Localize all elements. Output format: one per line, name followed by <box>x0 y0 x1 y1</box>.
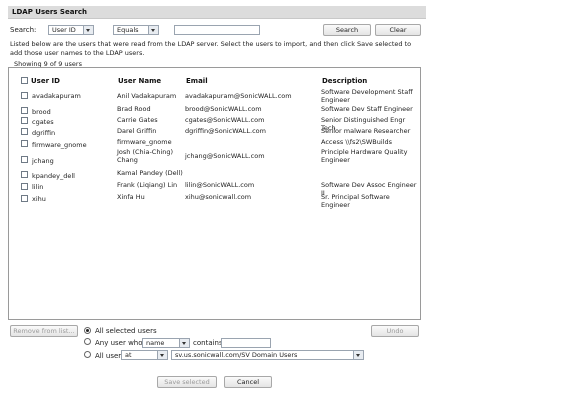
cell-user-name: Josh (Chia-Ching) Chang <box>117 148 174 164</box>
cell-description: Software Dev Staff Engineer <box>321 105 413 113</box>
any-user-field-value: name <box>146 339 165 347</box>
label-all-selected: All selected users <box>95 327 157 335</box>
cell-email: brood@SonicWALL.com <box>185 105 262 113</box>
title-bar: LDAP Users Search <box>8 6 426 19</box>
column-header-user-name[interactable]: User Name <box>118 77 161 85</box>
cell-user-name: Frank (Liqiang) Lin <box>117 181 178 189</box>
save-selected-button[interactable]: Save selected <box>157 376 217 388</box>
chevron-down-icon <box>157 351 167 359</box>
contains-label: contains <box>193 339 223 347</box>
undo-button[interactable]: Undo <box>371 325 419 337</box>
row-checkbox[interactable] <box>21 117 28 124</box>
cell-user-id: dgriffin <box>32 129 56 137</box>
search-field-select[interactable]: User ID <box>48 25 94 35</box>
select-all-checkbox[interactable] <box>21 77 28 84</box>
cell-user-id: jchang <box>32 157 54 165</box>
search-field-value: User ID <box>52 26 76 34</box>
cell-email: xihu@sonicwall.com <box>185 193 252 201</box>
any-user-field-select[interactable]: name <box>142 338 190 348</box>
cell-email: dgriffin@SonicWALL.com <box>185 127 266 135</box>
cell-email: jchang@SonicWALL.com <box>185 152 265 160</box>
all-users-path-value: sv.us.sonicwall.com/SV Domain Users <box>175 351 298 359</box>
remove-from-list-button[interactable]: Remove from list... <box>10 325 78 337</box>
cell-user-name: firmware_gnome <box>117 138 172 146</box>
cell-user-name: Xinfa Hu <box>117 193 145 201</box>
row-checkbox[interactable] <box>21 140 28 147</box>
search-operator-select[interactable]: Equals <box>113 25 159 35</box>
column-header-description[interactable]: Description <box>322 77 367 85</box>
all-users-path-select[interactable]: sv.us.sonicwall.com/SV Domain Users <box>171 350 364 360</box>
radio-any-user-whose[interactable] <box>84 338 91 345</box>
cell-description: Principle Hardware Quality Engineer <box>321 148 408 164</box>
cell-user-name: Anil Vadakapuram <box>117 92 177 100</box>
search-button[interactable]: Search <box>323 24 371 36</box>
cell-user-id: firmware_gnome <box>32 141 87 149</box>
chevron-down-icon <box>83 26 93 34</box>
all-users-scope-select[interactable]: at <box>121 350 168 360</box>
chevron-down-icon <box>148 26 158 34</box>
cell-description: Senior malware Researcher <box>321 127 411 135</box>
row-checkbox[interactable] <box>21 92 28 99</box>
page-title: LDAP Users Search <box>12 8 88 16</box>
cell-description: Access \\fs2\SWBuilds <box>321 138 392 146</box>
cell-user-name: Darel Griffin <box>117 127 157 135</box>
radio-all-users[interactable] <box>84 351 91 358</box>
all-users-scope-value: at <box>125 351 132 359</box>
cell-user-id: lilin <box>32 183 44 191</box>
cell-user-name: Kamal Pandey (Dell) <box>117 169 183 177</box>
cell-description: Software Development Staff Engineer <box>321 88 413 104</box>
row-checkbox[interactable] <box>21 171 28 178</box>
row-checkbox[interactable] <box>21 183 28 190</box>
cell-user-name: Carrie Gates <box>117 116 158 124</box>
cell-description: Sr. Principal Software Engineer <box>321 193 390 209</box>
row-checkbox[interactable] <box>21 156 28 163</box>
row-checkbox[interactable] <box>21 107 28 114</box>
cell-email: lilin@SonicWALL.com <box>185 181 255 189</box>
users-table: User ID User Name Email Description avad… <box>8 67 421 320</box>
row-checkbox[interactable] <box>21 128 28 135</box>
chevron-down-icon <box>179 339 189 347</box>
cell-user-id: cgates <box>32 118 54 126</box>
contains-input[interactable] <box>221 338 271 348</box>
search-input[interactable] <box>174 25 260 35</box>
radio-all-selected[interactable] <box>84 327 91 334</box>
search-operator-value: Equals <box>117 26 139 34</box>
cell-email: cgates@SonicWALL.com <box>185 116 265 124</box>
instructions-text: Listed below are the users that were rea… <box>10 40 412 57</box>
cell-user-id: avadakapuram <box>32 92 81 100</box>
cell-email: avadakapuram@SonicWALL.com <box>185 92 292 100</box>
cell-user-id: kpandey_dell <box>32 172 75 180</box>
search-label: Search: <box>10 26 37 34</box>
column-header-user-id[interactable]: User ID <box>31 77 60 85</box>
column-header-email[interactable]: Email <box>186 77 208 85</box>
cell-user-id: brood <box>32 108 51 116</box>
chevron-down-icon <box>353 351 363 359</box>
row-checkbox[interactable] <box>21 195 28 202</box>
cell-user-name: Brad Rood <box>117 105 151 113</box>
cancel-button[interactable]: Cancel <box>224 376 272 388</box>
cell-user-id: xihu <box>32 195 46 203</box>
clear-button[interactable]: Clear <box>375 24 421 36</box>
